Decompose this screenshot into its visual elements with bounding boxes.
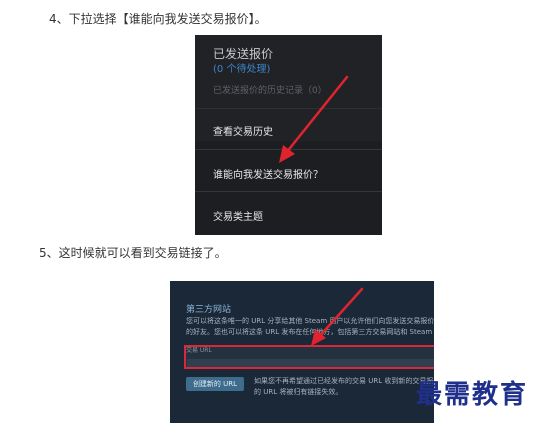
divider — [195, 149, 382, 150]
sent-offers-history[interactable]: 已发送报价的历史记录（0） — [213, 83, 327, 96]
trade-offers-dropdown-screenshot: 已发送报价 (0 个待处理) 已发送报价的历史记录（0） 查看交易历史 谁能向我… — [195, 35, 382, 235]
description-line: 您可以将这条唯一的 URL 分享给其他 Steam 用户以允许他们向您发送交易报… — [186, 317, 434, 325]
trade-url-label: 交易 URL — [186, 347, 212, 354]
step-4-instruction: 4、下拉选择【谁能向我发送交易报价】。 — [49, 12, 267, 26]
menu-item-trade-topics[interactable]: 交易类主题 — [213, 208, 263, 223]
trade-url-field[interactable] — [187, 359, 434, 367]
step-5-instruction: 5、这时候就可以看到交易链接了。 — [39, 246, 227, 260]
divider — [195, 108, 382, 109]
section-description: 您可以将这条唯一的 URL 分享给其他 Steam 用户以允许他们向您发送交易报… — [186, 316, 434, 338]
divider — [195, 191, 382, 192]
menu-item-who-can-send-offers[interactable]: 谁能向我发送交易报价？ — [213, 166, 323, 181]
third-party-sites-screenshot: 第三方网站 您可以将这条唯一的 URL 分享给其他 Steam 用户以允许他们向… — [170, 281, 434, 423]
note-line: 如果您不再希望通过已经发布的交易 URL 收到新的交易报价，请点击此按钮。您先前 — [254, 377, 434, 385]
menu-item-trade-history[interactable]: 查看交易历史 — [213, 123, 273, 138]
new-url-note: 如果您不再希望通过已经发布的交易 URL 收到新的交易报价，请点击此按钮。您先前… — [254, 376, 434, 398]
create-new-url-button[interactable]: 创建新的 URL — [186, 377, 244, 391]
note-line: 的 URL 将被归有链接失效。 — [254, 388, 343, 396]
section-title: 第三方网站 — [186, 305, 232, 315]
pending-count[interactable]: (0 个待处理) — [213, 60, 270, 75]
watermark-logo: 最需教育 — [416, 380, 529, 410]
description-line: 的好友。您也可以将这条 URL 发布在任何地方，包括第三方交易网站和 Steam… — [186, 328, 434, 336]
